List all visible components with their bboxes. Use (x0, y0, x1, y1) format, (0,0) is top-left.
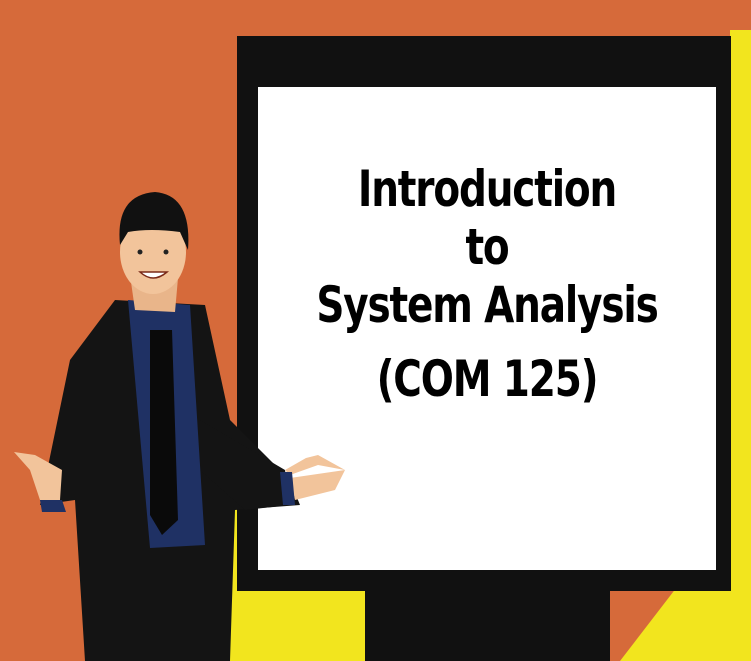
eye-right (163, 249, 169, 255)
slide-title-block: Introduction to System Analysis (COM 125… (308, 160, 665, 408)
course-code: (COM 125) (376, 350, 599, 408)
cuff-left (40, 500, 66, 512)
slide-title-line-3: System Analysis (316, 276, 659, 334)
yellow-right-strip (730, 30, 751, 661)
slide-title-line-2: to (465, 218, 509, 276)
slide-title-line-1: Introduction (357, 160, 617, 218)
eye-left (137, 249, 143, 255)
